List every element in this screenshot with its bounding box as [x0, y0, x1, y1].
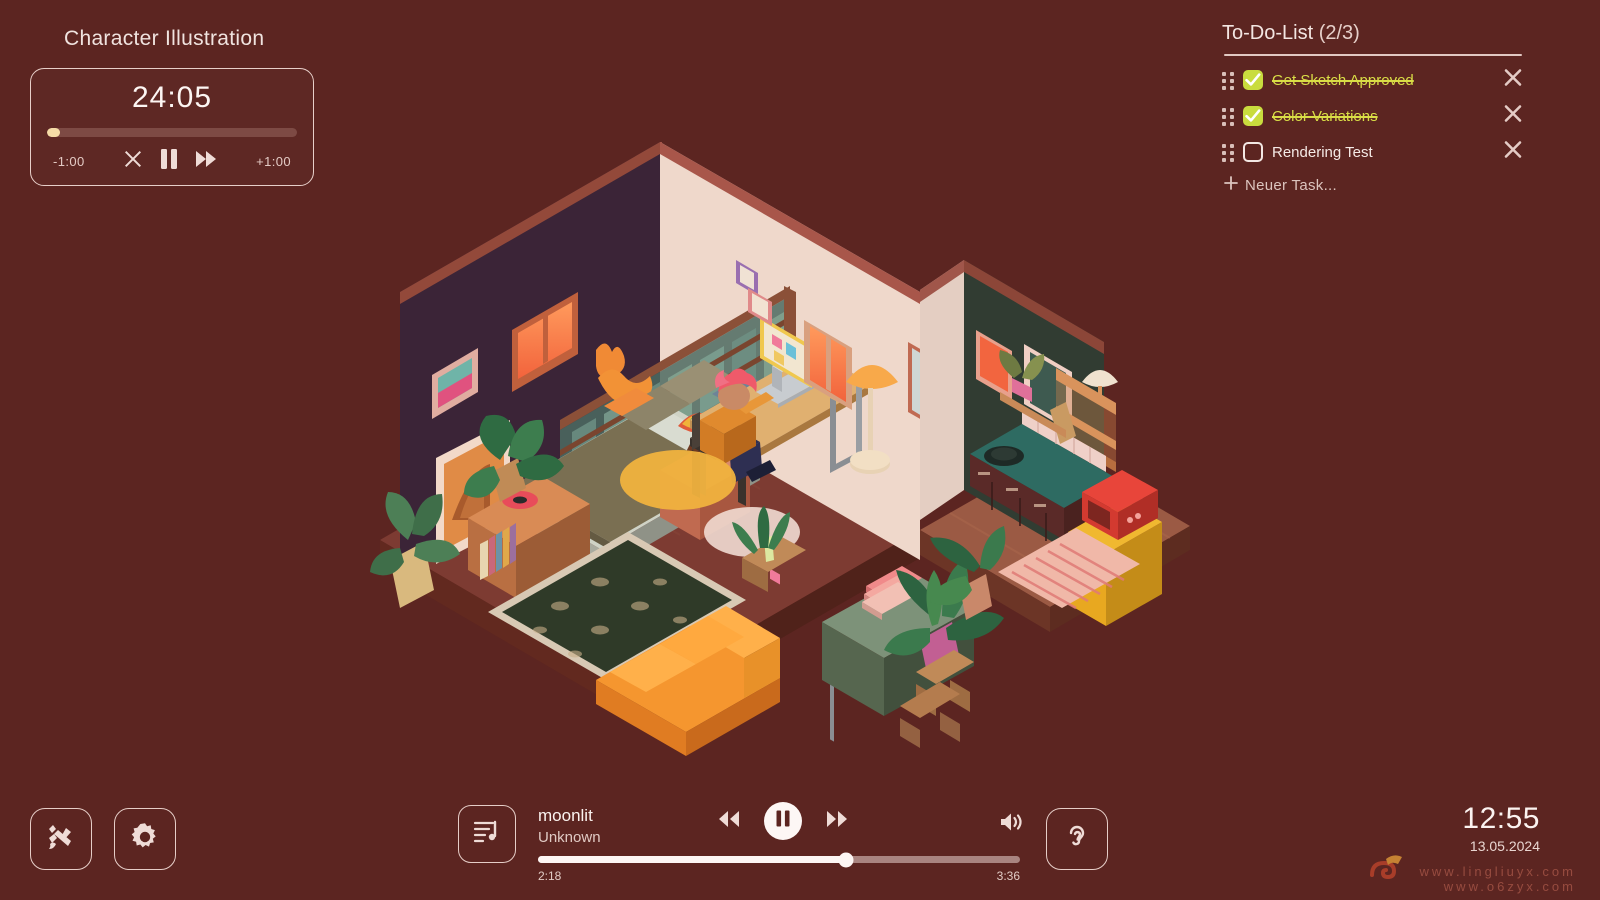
todo-item[interactable]: Color Variations — [1222, 98, 1522, 134]
watermark: www.lingliuyx.com www.o6zyx.com — [1420, 864, 1576, 894]
close-icon[interactable] — [1504, 141, 1522, 164]
todo-item[interactable]: Get Sketch Approved — [1222, 62, 1522, 98]
todo-panel: To-Do-List (2/3) Get Sketch Approved Col… — [1222, 22, 1522, 194]
watermark-logo-icon — [1364, 845, 1410, 896]
drag-handle-icon[interactable] — [1222, 144, 1234, 162]
gear-icon — [128, 820, 162, 859]
todo-count: (2/3) — [1318, 22, 1360, 44]
seek-handle[interactable] — [838, 852, 854, 867]
add-task-label: Neuer Task... — [1245, 176, 1337, 194]
track-artist: Unknown — [538, 829, 601, 846]
watermark-line-2: www.o6zyx.com — [1443, 879, 1576, 894]
todo-title-label: To-Do-List — [1222, 22, 1314, 44]
track-title: moonlit — [538, 806, 593, 825]
timer-decrease-button[interactable]: -1:00 — [53, 154, 85, 169]
todo-item[interactable]: Rendering Test — [1222, 134, 1522, 170]
total-duration: 3:36 — [996, 869, 1020, 883]
plus-icon — [1224, 176, 1238, 194]
timer-progress-track[interactable] — [47, 128, 297, 137]
add-task-button[interactable]: Neuer Task... — [1224, 176, 1522, 194]
focus-timer-card: 24:05 -1:00 +1:00 — [30, 68, 314, 186]
settings-button[interactable] — [114, 808, 176, 870]
todo-title: To-Do-List (2/3) — [1222, 22, 1522, 45]
clock-time: 12:55 — [1462, 802, 1540, 835]
seek-bar[interactable] — [538, 852, 1020, 867]
todo-checkbox[interactable] — [1243, 70, 1263, 90]
cancel-icon[interactable] — [123, 149, 143, 174]
paint-brush-icon — [44, 820, 78, 859]
clock-date: 13.05.2024 — [1469, 838, 1540, 854]
todo-divider — [1224, 54, 1522, 56]
todo-checkbox[interactable] — [1243, 142, 1263, 162]
elapsed-time: 2:18 — [538, 869, 562, 883]
todo-checkbox[interactable] — [1243, 106, 1263, 126]
seek-progress — [538, 856, 847, 863]
close-icon[interactable] — [1504, 69, 1522, 92]
timer-increase-button[interactable]: +1:00 — [256, 154, 291, 169]
todo-item-label: Color Variations — [1272, 107, 1378, 125]
ear-icon — [1060, 820, 1094, 859]
todo-item-label: Get Sketch Approved — [1272, 71, 1414, 89]
timer-value: 24:05 — [131, 81, 213, 114]
timer-progress-fill — [47, 128, 60, 137]
playlist-button[interactable] — [458, 805, 516, 863]
rewind-icon[interactable] — [716, 809, 742, 834]
fast-forward-icon[interactable] — [824, 809, 850, 834]
music-player: moonlit Unknown 2:18 3:36 — [458, 800, 1038, 883]
page-title: Character Illustration — [64, 27, 265, 50]
drag-handle-icon[interactable] — [1222, 108, 1234, 126]
volume-icon[interactable] — [998, 810, 1026, 839]
drag-handle-icon[interactable] — [1222, 72, 1234, 90]
watermark-line-1: www.lingliuyx.com — [1419, 864, 1576, 879]
room-illustration — [360, 120, 1210, 780]
skip-forward-icon[interactable] — [195, 150, 217, 173]
play-pause-button[interactable] — [764, 802, 802, 840]
pause-icon — [776, 810, 790, 832]
app-root: Character Illustration 24:05 -1:00 +1:00 — [0, 0, 1600, 900]
theme-brush-button[interactable] — [30, 808, 92, 870]
todo-item-label: Rendering Test — [1272, 143, 1373, 161]
close-icon[interactable] — [1504, 105, 1522, 128]
clock-widget: 12:55 13.05.2024 — [1462, 802, 1540, 854]
ambient-sound-button[interactable] — [1046, 808, 1108, 870]
pause-icon[interactable] — [160, 148, 178, 175]
music-playlist-icon — [471, 816, 503, 853]
